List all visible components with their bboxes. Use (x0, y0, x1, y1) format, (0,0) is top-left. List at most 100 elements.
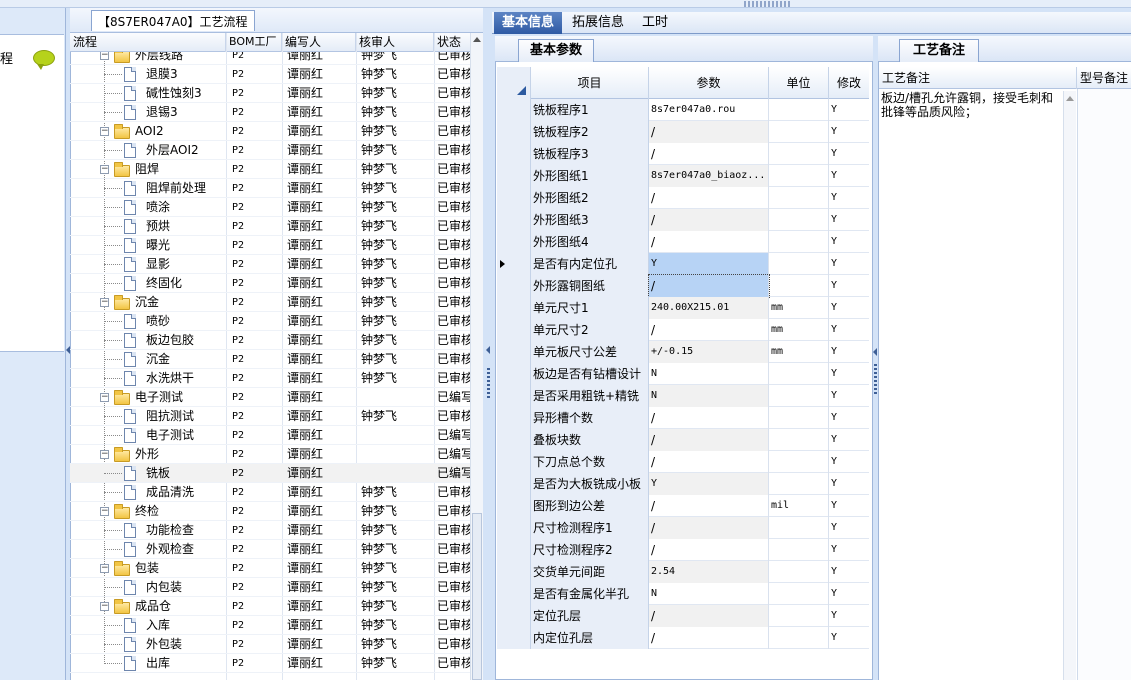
top-splitter[interactable] (0, 0, 1131, 8)
col-header-flow[interactable]: 流程 (70, 33, 226, 52)
select-all-icon[interactable] (517, 86, 526, 95)
param-value-cell[interactable]: / (649, 517, 769, 539)
param-row[interactable]: 交货单元间距 2.54 Y (497, 561, 869, 583)
param-row[interactable]: 外形图纸2/ Y (497, 187, 869, 209)
row-selector[interactable] (497, 627, 531, 649)
param-modify-cell[interactable]: Y (829, 495, 869, 517)
tree-row-step[interactable]: 板边包胶 P2 谭丽红 钟梦飞 已审核 (70, 331, 470, 350)
param-value-cell[interactable]: 2.54 (649, 561, 769, 583)
tree-row-step[interactable]: 退膜3 P2 谭丽红 钟梦飞 已审核 (70, 65, 470, 84)
param-modify-cell[interactable]: Y (829, 253, 869, 275)
param-unit-cell[interactable]: mm (769, 319, 829, 341)
splitter-grip-icon[interactable] (744, 1, 792, 7)
param-modify-cell[interactable]: Y (829, 429, 869, 451)
row-selector[interactable] (497, 473, 531, 495)
collapse-toggle-icon[interactable]: − (100, 450, 109, 459)
tree-row-step[interactable]: 外包装 P2 谭丽红 钟梦飞 已审核 (70, 635, 470, 654)
collapse-toggle-icon[interactable]: − (100, 393, 109, 402)
param-modify-cell[interactable]: Y (829, 231, 869, 253)
tree-row-step[interactable]: 内包装 P2 谭丽红 钟梦飞 已审核 (70, 578, 470, 597)
tree-row-step[interactable]: 外层AOI2 P2 谭丽红 钟梦飞 已审核 (70, 141, 470, 160)
param-unit-cell[interactable]: mm (769, 341, 829, 363)
param-unit-cell[interactable] (769, 231, 829, 253)
tab-work-hours[interactable]: 工时 (634, 12, 676, 34)
row-selector[interactable] (497, 99, 531, 121)
param-value-cell[interactable]: / (649, 121, 769, 143)
row-selector[interactable] (497, 429, 531, 451)
param-modify-cell[interactable]: Y (829, 99, 869, 121)
param-unit-cell[interactable]: mm (769, 297, 829, 319)
tree-row-step[interactable]: 阻焊前处理 P2 谭丽红 钟梦飞 已审核 (70, 179, 470, 198)
tree-row-step[interactable]: 水洗烘干 P2 谭丽红 钟梦飞 已审核 (70, 369, 470, 388)
param-modify-cell[interactable]: Y (829, 451, 869, 473)
param-value-cell[interactable]: N (649, 583, 769, 605)
param-modify-cell[interactable]: Y (829, 143, 869, 165)
param-unit-cell[interactable] (769, 539, 829, 561)
tree-row-step[interactable]: 外观检查 P2 谭丽红 钟梦飞 已审核 (70, 540, 470, 559)
col-header-unit[interactable]: 单位 (769, 67, 829, 99)
param-value-cell[interactable]: 8s7er047a0_biaoz... (649, 165, 769, 187)
row-selector[interactable] (497, 583, 531, 605)
param-modify-cell[interactable]: Y (829, 341, 869, 363)
param-value-cell[interactable]: / (649, 605, 769, 627)
param-row[interactable]: 外形图纸3/ Y (497, 209, 869, 231)
param-row[interactable]: 下刀点总个数 / Y (497, 451, 869, 473)
collapse-toggle-icon[interactable]: − (100, 602, 109, 611)
tree-row-group[interactable]: − 沉金 P2 谭丽红 钟梦飞 已审核 (70, 293, 470, 312)
row-selector[interactable] (497, 187, 531, 209)
param-row[interactable]: 单元尺寸2/mm Y (497, 319, 869, 341)
tree-row-step[interactable]: 喷砂 P2 谭丽红 钟梦飞 已审核 (70, 312, 470, 331)
col-header-item[interactable]: 项目 (531, 67, 649, 99)
param-row[interactable]: 单元板尺寸公差 +/-0.15 mm Y (497, 341, 869, 363)
param-value-cell[interactable]: / (649, 495, 769, 517)
param-value-cell[interactable]: / (648, 274, 770, 298)
param-unit-cell[interactable]: mil (769, 495, 829, 517)
splitter-dots-icon[interactable] (874, 364, 877, 394)
splitter-dots-icon[interactable] (487, 368, 490, 398)
param-unit-cell[interactable] (769, 143, 829, 165)
param-value-cell[interactable]: Y (649, 253, 769, 275)
param-row[interactable]: 外形露铜图纸 / Y (497, 274, 869, 298)
param-modify-cell[interactable]: Y (829, 561, 869, 583)
row-selector[interactable] (497, 209, 531, 231)
left-nav-label[interactable]: 程 (0, 48, 13, 67)
param-unit-cell[interactable] (769, 407, 829, 429)
row-selector[interactable] (497, 363, 531, 385)
param-value-cell[interactable]: / (649, 187, 769, 209)
tree-row-step[interactable]: 铣板 P2 谭丽红 已编写 (70, 464, 470, 483)
tree-row-step[interactable]: 出库 P2 谭丽红 钟梦飞 已审核 (70, 654, 470, 673)
collapse-toggle-icon[interactable]: − (100, 52, 109, 60)
param-modify-cell[interactable]: Y (829, 165, 869, 187)
param-modify-cell[interactable]: Y (829, 627, 869, 649)
tree-row-step[interactable]: 显影 P2 谭丽红 钟梦飞 已审核 (70, 255, 470, 274)
row-selector[interactable] (497, 561, 531, 583)
tree-scrollbar[interactable] (470, 33, 483, 680)
row-selector[interactable] (497, 605, 531, 627)
param-modify-cell[interactable]: Y (829, 297, 869, 319)
tree-row-group[interactable]: − 包装 P2 谭丽红 钟梦飞 已审核 (70, 559, 470, 578)
param-row[interactable]: 外形图纸1 8s7er047a0_biaoz... Y (497, 165, 869, 187)
row-selector[interactable] (497, 385, 531, 407)
col-header-modify[interactable]: 修改 (829, 67, 869, 99)
param-unit-cell[interactable] (769, 187, 829, 209)
collapse-toggle-icon[interactable]: − (100, 165, 109, 174)
param-modify-cell[interactable]: Y (829, 385, 869, 407)
tree-row-step[interactable]: 电子测试 P2 谭丽红 已编写 (70, 426, 470, 445)
col-header-writer[interactable]: 编写人 (282, 33, 356, 52)
row-header-corner[interactable] (497, 67, 531, 99)
collapse-toggle-icon[interactable]: − (100, 564, 109, 573)
param-row[interactable]: 板边是否有钻槽设计 N Y (497, 363, 869, 385)
row-selector[interactable] (497, 253, 531, 275)
param-row[interactable]: 叠板块数 / Y (497, 429, 869, 451)
col-header-bom-factory[interactable]: BOM工厂 (226, 33, 282, 52)
col-header-process-notes[interactable]: 工艺备注 (879, 67, 1077, 89)
notes-scrollbar[interactable] (1063, 91, 1076, 680)
tree-row-step[interactable]: 曝光 P2 谭丽红 钟梦飞 已审核 (70, 236, 470, 255)
tree-row-group[interactable]: − 电子测试 P2 谭丽红 已编写 (70, 388, 470, 407)
param-value-cell[interactable]: / (649, 627, 769, 649)
param-value-cell[interactable]: 8s7er047a0.rou (649, 99, 769, 121)
param-row[interactable]: 单元尺寸1 240.00X215.01 mm Y (497, 297, 869, 319)
param-row[interactable]: 是否有内定位孔 Y Y (497, 253, 869, 275)
param-modify-cell[interactable]: Y (829, 539, 869, 561)
param-row[interactable]: 铣板程序2/ Y (497, 121, 869, 143)
